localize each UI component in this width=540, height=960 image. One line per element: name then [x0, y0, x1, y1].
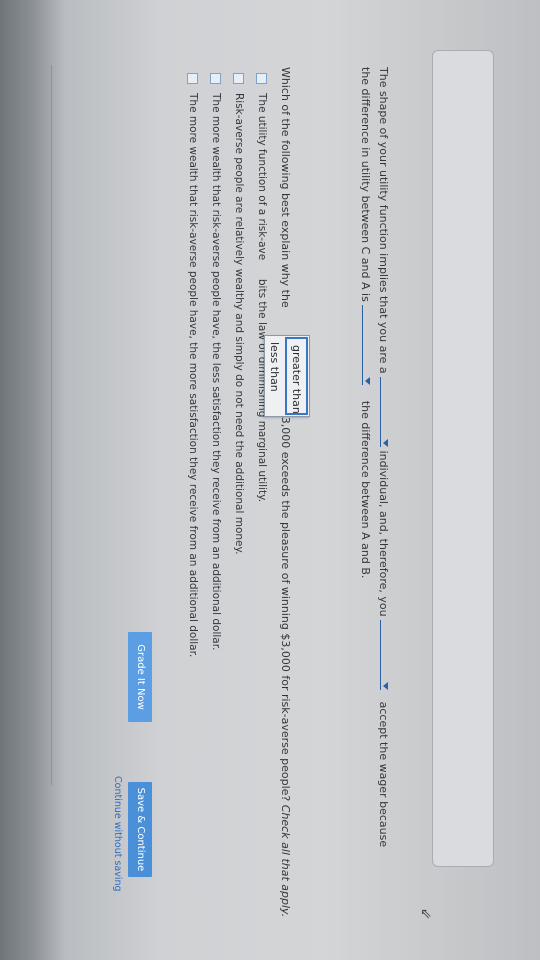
sentence-1-middle: individual, and, therefore, you	[377, 450, 390, 617]
sentence-line-1: The shape of your utility function impli…	[377, 67, 390, 847]
sentence-1-start: The shape of your utility function impli…	[377, 67, 390, 374]
photo-background: The shape of your utility function impli…	[0, 0, 540, 960]
divider	[51, 65, 52, 785]
chevron-down-icon	[365, 377, 370, 386]
checkbox[interactable]	[256, 73, 267, 84]
sentence-2-end: the difference between A and B.	[359, 400, 372, 579]
checkbox[interactable]	[187, 73, 198, 84]
checkbox[interactable]	[233, 73, 244, 84]
top-panel	[432, 50, 494, 867]
mouse-cursor-icon: ⇖	[420, 905, 432, 922]
risk-type-select[interactable]	[380, 377, 388, 448]
comparison-select[interactable]	[362, 305, 370, 386]
dropdown-option-greater-than[interactable]: greater than	[285, 337, 308, 415]
answer-option-3[interactable]: The more wealth that risk-averse people …	[210, 73, 222, 650]
sentence-1-end: accept the wager because	[377, 701, 390, 848]
save-continue-button[interactable]: Save & Continue	[128, 782, 152, 877]
sentence-line-2: the difference in utility between C and …	[359, 67, 372, 578]
accept-select[interactable]	[380, 620, 388, 691]
sentence-2-start: the difference in utility between C and …	[359, 67, 372, 302]
answer-option-2[interactable]: Risk-averse people are relatively wealth…	[233, 73, 245, 555]
grade-it-now-button[interactable]: Grade It Now	[128, 632, 152, 722]
continue-without-saving-link[interactable]: Continue without saving	[112, 776, 123, 892]
comparison-dropdown-menu[interactable]: greater than less than	[264, 335, 310, 417]
question-text: Which of the following best explain why …	[279, 67, 292, 918]
answer-option-4[interactable]: The more wealth that risk-averse people …	[187, 73, 199, 657]
chevron-down-icon	[383, 439, 388, 448]
dropdown-option-less-than[interactable]: less than	[265, 336, 284, 416]
assignment-screen: The shape of your utility function impli…	[20, 10, 520, 930]
checkbox[interactable]	[210, 73, 221, 84]
chevron-down-icon	[383, 682, 388, 691]
answer-option-1[interactable]: The utility function of a risk-ave bits …	[256, 73, 268, 502]
